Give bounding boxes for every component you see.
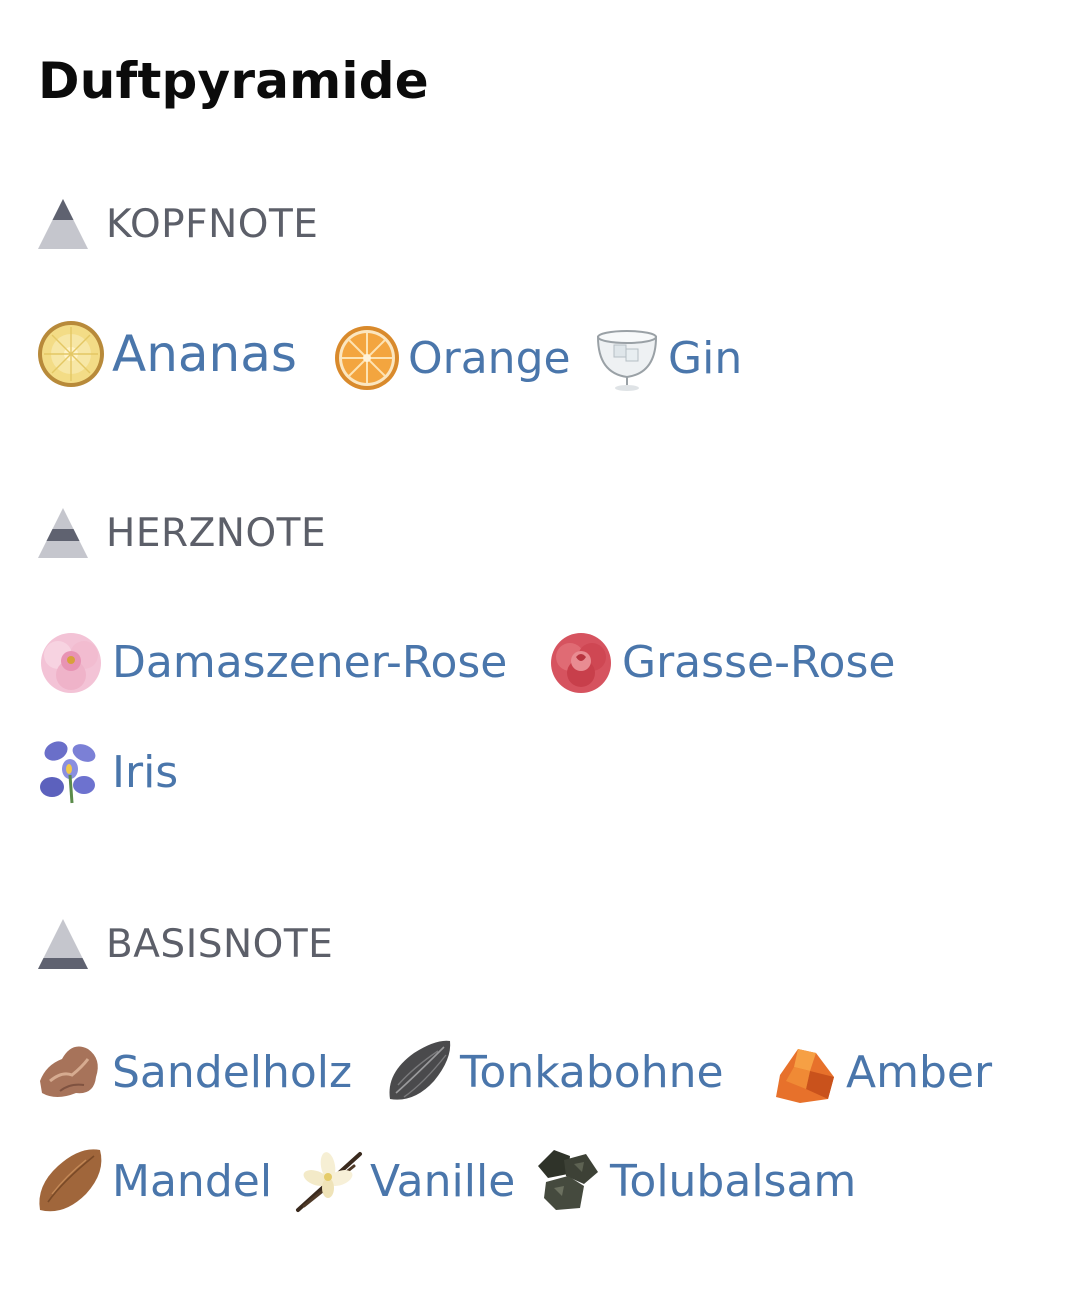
vanilla-icon bbox=[296, 1152, 362, 1212]
note-name: Mandel bbox=[112, 1155, 273, 1207]
note-name: Orange bbox=[408, 332, 571, 384]
note-sandelholz[interactable]: Sandelholz bbox=[36, 1037, 352, 1107]
note-name: Amber bbox=[846, 1046, 993, 1098]
note-name: Tolubalsam bbox=[610, 1155, 857, 1207]
tolu-balsam-icon bbox=[538, 1150, 598, 1210]
pyramid-middle-icon bbox=[38, 508, 88, 558]
sandalwood-icon bbox=[40, 1046, 98, 1097]
amber-icon bbox=[776, 1049, 834, 1103]
note-damaszener-rose[interactable]: Damaszener-Rose bbox=[36, 627, 507, 697]
note-name: Damaszener-Rose bbox=[112, 636, 508, 688]
section-header-basisnote: BASISNOTE bbox=[36, 916, 333, 972]
note-mandel[interactable]: Mandel bbox=[36, 1146, 272, 1216]
note-amber[interactable]: Amber bbox=[770, 1037, 992, 1107]
iris-flower-icon bbox=[40, 741, 96, 804]
note-iris[interactable]: Iris bbox=[36, 737, 178, 807]
note-tolubalsam[interactable]: Tolubalsam bbox=[534, 1146, 856, 1216]
note-gin[interactable]: Gin bbox=[592, 323, 742, 393]
section-label: BASISNOTE bbox=[106, 921, 334, 967]
note-name: Grasse-Rose bbox=[622, 636, 896, 688]
pyramid-base-icon bbox=[38, 919, 88, 969]
note-name: Tonkabohne bbox=[460, 1046, 724, 1098]
almond-icon bbox=[39, 1149, 102, 1212]
note-name: Sandelholz bbox=[112, 1046, 353, 1098]
note-vanille[interactable]: Vanille bbox=[294, 1146, 515, 1216]
note-name: Vanille bbox=[370, 1155, 516, 1207]
note-orange[interactable]: Orange bbox=[332, 323, 571, 393]
pineapple-icon bbox=[38, 321, 104, 387]
section-header-herznote: HERZNOTE bbox=[36, 505, 326, 561]
orange-slice-icon bbox=[335, 326, 399, 390]
note-grasse-rose[interactable]: Grasse-Rose bbox=[546, 627, 895, 697]
page-title: Duftpyramide bbox=[38, 52, 429, 110]
pyramid-top-icon bbox=[38, 199, 88, 249]
section-label: KOPFNOTE bbox=[106, 201, 319, 247]
note-tonkabohne[interactable]: Tonkabohne bbox=[384, 1037, 724, 1107]
section-label: HERZNOTE bbox=[106, 510, 327, 556]
tonka-bean-icon bbox=[389, 1040, 451, 1100]
note-name: Ananas bbox=[112, 325, 297, 383]
section-header-kopfnote: KOPFNOTE bbox=[36, 196, 318, 252]
red-rose-icon bbox=[551, 633, 611, 693]
note-name: Iris bbox=[112, 746, 179, 798]
pink-rose-icon bbox=[41, 633, 101, 693]
note-ananas[interactable]: Ananas bbox=[36, 319, 297, 389]
gin-glass-icon bbox=[596, 330, 658, 391]
note-name: Gin bbox=[668, 332, 743, 384]
